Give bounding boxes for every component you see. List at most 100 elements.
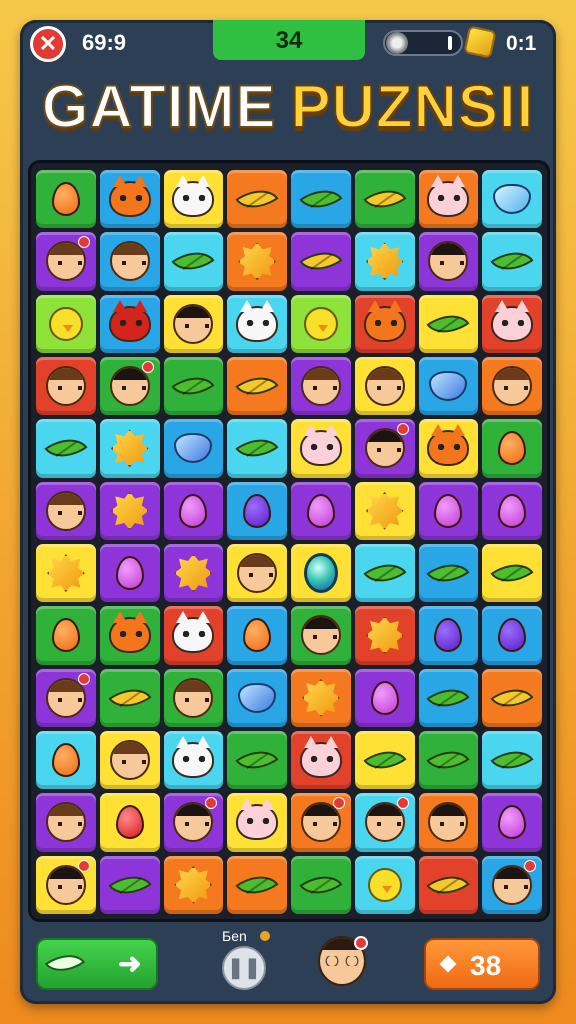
tile-orange[interactable] xyxy=(227,855,287,914)
tile-cell[interactable] xyxy=(162,293,226,355)
tile-green[interactable] xyxy=(227,730,287,790)
tile-cell[interactable] xyxy=(480,230,544,292)
tile-cell[interactable] xyxy=(98,293,162,355)
tile-red[interactable] xyxy=(482,294,542,353)
tile-yellow[interactable] xyxy=(354,356,415,416)
tile-green[interactable] xyxy=(99,668,160,727)
tile-cell[interactable] xyxy=(289,854,353,916)
tile-cell[interactable] xyxy=(98,729,162,791)
tile-red[interactable] xyxy=(418,855,479,914)
tile-red[interactable] xyxy=(291,730,351,790)
tile-cyan[interactable] xyxy=(482,170,542,229)
tile-cell[interactable] xyxy=(417,230,481,292)
pause-button[interactable]: ❚❚ xyxy=(222,946,266,990)
tile-cell[interactable] xyxy=(34,480,98,542)
tile-cell[interactable] xyxy=(162,791,226,853)
tile-cell[interactable] xyxy=(225,230,289,292)
tile-yellow[interactable] xyxy=(99,730,160,790)
tile-orange[interactable] xyxy=(291,668,351,727)
tile-cell[interactable] xyxy=(417,667,481,729)
tile-cyan[interactable] xyxy=(36,419,96,478)
tile-cell[interactable] xyxy=(480,542,544,604)
tile-cell[interactable] xyxy=(225,542,289,604)
tile-cell[interactable] xyxy=(162,604,226,666)
tile-blue[interactable] xyxy=(482,855,542,914)
tile-cyan[interactable] xyxy=(482,232,542,291)
tile-cell[interactable] xyxy=(98,667,162,729)
tile-red[interactable] xyxy=(354,294,415,353)
tile-cell[interactable] xyxy=(353,355,417,417)
tile-cell[interactable] xyxy=(480,355,544,417)
tile-cyan[interactable] xyxy=(227,419,287,478)
tile-blue[interactable] xyxy=(163,419,224,478)
tile-cell[interactable] xyxy=(98,604,162,666)
tile-cell[interactable] xyxy=(34,604,98,666)
tile-purple[interactable] xyxy=(291,481,351,540)
tile-orange[interactable] xyxy=(227,170,287,229)
tile-cell[interactable] xyxy=(480,293,544,355)
tile-purple[interactable] xyxy=(163,481,224,540)
tile-purple[interactable] xyxy=(163,543,224,603)
tile-purple[interactable] xyxy=(36,232,96,291)
tile-cell[interactable] xyxy=(225,604,289,666)
tile-cell[interactable] xyxy=(162,542,226,604)
tile-cell[interactable] xyxy=(225,168,289,230)
tile-orange[interactable] xyxy=(482,668,542,727)
tile-cyan[interactable] xyxy=(354,232,415,291)
tile-purple[interactable] xyxy=(418,232,479,291)
tile-cell[interactable] xyxy=(353,729,417,791)
tile-purple[interactable] xyxy=(482,793,542,852)
tile-cell[interactable] xyxy=(34,168,98,230)
tile-cell[interactable] xyxy=(353,480,417,542)
tile-cell[interactable] xyxy=(353,854,417,916)
tile-cell[interactable] xyxy=(480,604,544,666)
tile-blue[interactable] xyxy=(99,232,160,291)
tile-cell[interactable] xyxy=(289,417,353,479)
tile-cell[interactable] xyxy=(289,293,353,355)
tile-cell[interactable] xyxy=(225,791,289,853)
tile-cell[interactable] xyxy=(417,168,481,230)
tile-purple[interactable] xyxy=(354,419,415,478)
tile-blue[interactable] xyxy=(418,543,479,603)
tile-yellow[interactable] xyxy=(354,730,415,790)
tile-cell[interactable] xyxy=(225,480,289,542)
tile-cell[interactable] xyxy=(34,293,98,355)
tile-yellow[interactable] xyxy=(482,543,542,603)
tile-cell[interactable] xyxy=(34,355,98,417)
tile-purple[interactable] xyxy=(99,855,160,914)
tile-cell[interactable] xyxy=(98,230,162,292)
tile-cell[interactable] xyxy=(98,355,162,417)
tile-cell[interactable] xyxy=(417,854,481,916)
tile-yellow[interactable] xyxy=(163,170,224,229)
tile-cell[interactable] xyxy=(162,417,226,479)
tile-cyan[interactable] xyxy=(482,730,542,790)
tile-cell[interactable] xyxy=(417,729,481,791)
tile-cyan[interactable] xyxy=(99,419,160,478)
tile-yellow[interactable] xyxy=(36,855,96,914)
close-button[interactable]: ✕ xyxy=(30,26,66,62)
tile-cell[interactable] xyxy=(417,604,481,666)
tile-cell[interactable] xyxy=(225,417,289,479)
tile-lime[interactable] xyxy=(36,294,96,353)
tile-purple[interactable] xyxy=(36,481,96,540)
tile-cell[interactable] xyxy=(353,168,417,230)
tile-cell[interactable] xyxy=(480,417,544,479)
tile-cyan[interactable] xyxy=(163,232,224,291)
tile-cell[interactable] xyxy=(98,168,162,230)
tile-cell[interactable] xyxy=(353,604,417,666)
tile-blue[interactable] xyxy=(227,606,287,665)
tile-purple[interactable] xyxy=(99,543,160,603)
tile-yellow[interactable] xyxy=(291,543,351,603)
tile-cyan[interactable] xyxy=(36,730,96,790)
tile-cell[interactable] xyxy=(162,355,226,417)
tile-blue[interactable] xyxy=(99,294,160,353)
tile-purple[interactable] xyxy=(99,481,160,540)
tile-red[interactable] xyxy=(36,356,96,416)
tile-purple[interactable] xyxy=(163,793,224,852)
tile-cell[interactable] xyxy=(480,480,544,542)
tile-cell[interactable] xyxy=(289,355,353,417)
tile-purple[interactable] xyxy=(354,668,415,727)
tile-yellow[interactable] xyxy=(163,294,224,353)
tile-cell[interactable] xyxy=(353,791,417,853)
tile-cell[interactable] xyxy=(162,168,226,230)
